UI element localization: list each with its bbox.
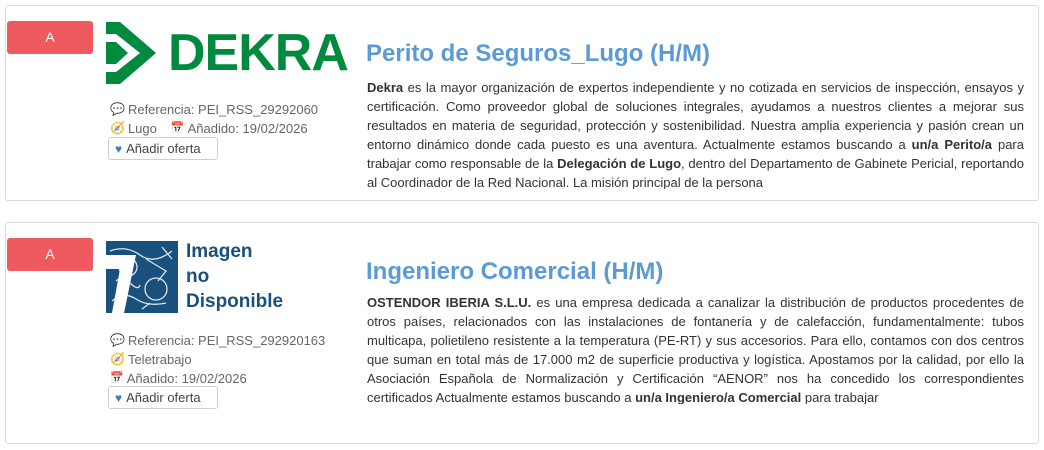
logo-text: DEKRA — [168, 24, 349, 82]
heart-icon: ♥ — [115, 141, 123, 156]
compass-icon: 🧭 — [110, 121, 125, 135]
offer-title[interactable]: Perito de Seguros_Lugo (H/M) — [366, 40, 710, 68]
status-badge[interactable]: A — [7, 238, 93, 271]
no-image-graphic-icon — [106, 241, 178, 313]
offer-location: Teletrabajo — [127, 352, 192, 367]
heart-icon: ♥ — [115, 390, 123, 405]
offer-title[interactable]: Ingeniero Comercial (H/M) — [366, 258, 663, 286]
offer-description: OSTENDOR IBERIA S.L.U. es una empresa de… — [367, 295, 1024, 404]
offer-reference: Referencia: PEI_RSS_29292060 — [127, 102, 319, 117]
dekra-mark-icon — [106, 22, 156, 84]
comments-icon: 💬 — [110, 333, 125, 347]
offer-location: Lugo — [127, 121, 157, 136]
comments-icon: 💬 — [110, 102, 125, 116]
offer-description: Dekra es la mayor organización de expert… — [367, 80, 1024, 189]
company-logo[interactable]: Imagen no Disponible — [106, 241, 306, 313]
offer-added-date: Añadido: 19/02/2026 — [187, 121, 308, 136]
compass-icon: 🧭 — [110, 352, 125, 366]
job-offer-card: A Imagen no Disponible 💬 Referencia: PEI… — [5, 222, 1039, 444]
job-offer-card: A DEKRA 💬 Referencia: PEI_RSS_29292060 🧭… — [5, 5, 1039, 201]
status-badge[interactable]: A — [7, 21, 93, 54]
offer-meta: 💬 Referencia: PEI_RSS_29292060 🧭 Lugo 📅 … — [110, 100, 318, 138]
offer-meta: 💬 Referencia: PEI_RSS_292920163 🧭 Teletr… — [110, 331, 325, 388]
add-offer-label: Añadir oferta — [126, 390, 201, 405]
calendar-icon: 📅 — [170, 122, 185, 134]
add-offer-button[interactable]: ♥ Añadir oferta — [108, 137, 218, 160]
company-name: Dekra — [367, 80, 404, 95]
company-name: OSTENDOR IBERIA S.L.U. — [367, 295, 532, 310]
company-logo[interactable]: DEKRA — [106, 20, 349, 86]
add-offer-label: Añadir oferta — [126, 141, 201, 156]
no-image-text: Imagen no Disponible — [186, 241, 284, 312]
add-offer-button[interactable]: ♥ Añadir oferta — [108, 386, 218, 409]
offer-reference: Referencia: PEI_RSS_292920163 — [127, 333, 326, 348]
